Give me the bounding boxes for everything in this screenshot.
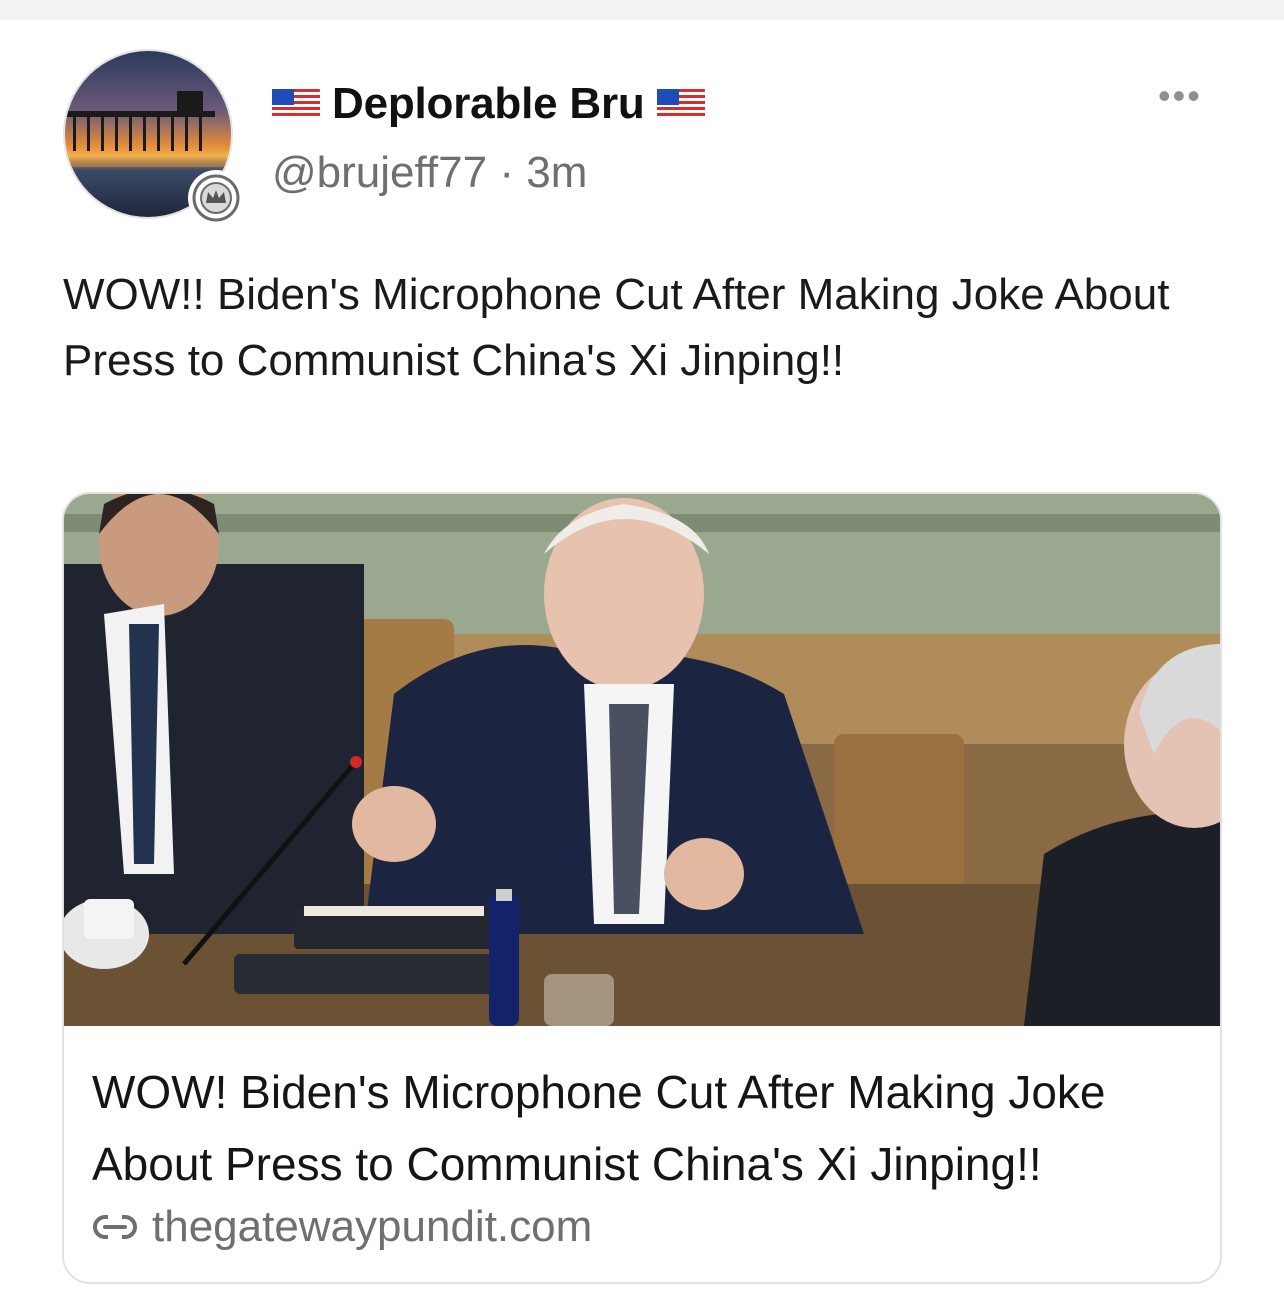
link-preview-card[interactable]: WOW! Biden's Microphone Cut After Making…	[62, 492, 1222, 1284]
link-preview-image[interactable]	[64, 494, 1220, 1026]
more-options-button[interactable]: •••	[1158, 78, 1218, 114]
author-name-row[interactable]: Deplorable Bru	[272, 76, 705, 132]
top-strip	[0, 0, 1284, 20]
crown-badge-icon	[188, 170, 244, 226]
author-handle-row: @brujeff77 · 3m	[272, 148, 587, 198]
separator: ·	[499, 148, 514, 197]
post-text: WOW!! Biden's Microphone Cut After Makin…	[63, 270, 1170, 385]
link-preview-domain[interactable]: thegatewaypundit.com	[152, 1202, 592, 1252]
post-time[interactable]: 3m	[526, 148, 587, 197]
us-flag-icon	[272, 89, 320, 119]
link-preview-title[interactable]: WOW! Biden's Microphone Cut After Making…	[92, 1056, 1192, 1200]
link-preview-source[interactable]: thegatewaypundit.com	[92, 1202, 592, 1252]
us-flag-icon	[656, 89, 705, 119]
link-icon	[92, 1212, 138, 1242]
author-handle[interactable]: @brujeff77	[272, 148, 487, 197]
author-display-name[interactable]: Deplorable Bru	[332, 79, 645, 129]
